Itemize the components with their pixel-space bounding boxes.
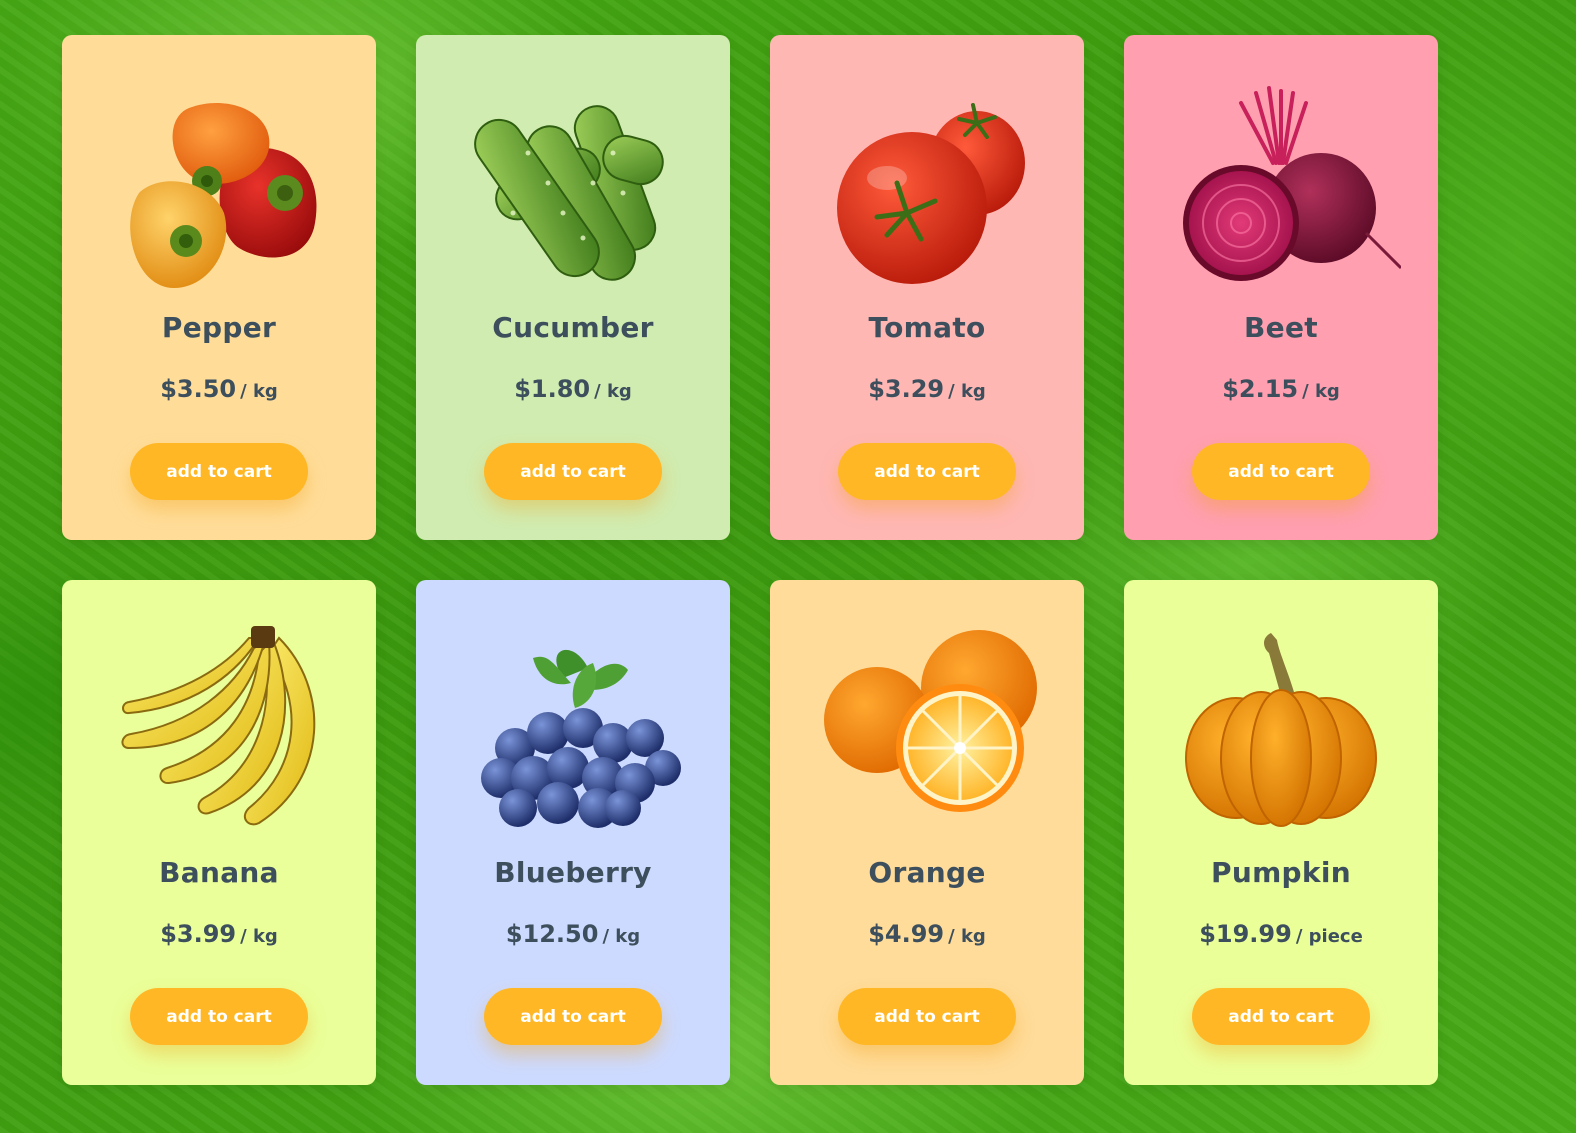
pumpkin-icon bbox=[1161, 608, 1401, 848]
product-name: Orange bbox=[868, 856, 986, 889]
add-to-cart-button[interactable]: add to cart bbox=[838, 988, 1016, 1045]
product-price: $2.15/ kg bbox=[1124, 375, 1438, 403]
price-amount: $3.99 bbox=[160, 920, 237, 948]
orange-icon bbox=[807, 608, 1047, 848]
product-card-beet: Beet $2.15/ kg add to cart bbox=[1124, 35, 1438, 540]
price-unit: / piece bbox=[1295, 926, 1363, 947]
product-card-banana: Banana $3.99/ kg add to cart bbox=[62, 580, 376, 1085]
product-price: $19.99/ piece bbox=[1124, 920, 1438, 948]
price-amount: $4.99 bbox=[868, 920, 945, 948]
product-card-orange: Orange $4.99/ kg add to cart bbox=[770, 580, 1084, 1085]
product-card-tomato: Tomato $3.29/ kg add to cart bbox=[770, 35, 1084, 540]
add-to-cart-button[interactable]: add to cart bbox=[1192, 988, 1370, 1045]
price-amount: $3.50 bbox=[160, 375, 237, 403]
product-price: $3.29/ kg bbox=[770, 375, 1084, 403]
add-to-cart-button[interactable]: add to cart bbox=[484, 988, 662, 1045]
product-name: Tomato bbox=[868, 311, 986, 344]
cucumber-icon bbox=[453, 63, 693, 303]
product-card-pumpkin: Pumpkin $19.99/ piece add to cart bbox=[1124, 580, 1438, 1085]
product-price: $1.80/ kg bbox=[416, 375, 730, 403]
product-name: Pumpkin bbox=[1211, 856, 1351, 889]
beet-icon bbox=[1161, 63, 1401, 303]
add-to-cart-button[interactable]: add to cart bbox=[130, 988, 308, 1045]
product-grid: Pepper $3.50/ kg add to cart Cucumber $1… bbox=[0, 0, 1576, 1133]
price-unit: / kg bbox=[594, 381, 632, 402]
add-to-cart-button[interactable]: add to cart bbox=[130, 443, 308, 500]
price-unit: / kg bbox=[948, 926, 986, 947]
price-amount: $2.15 bbox=[1222, 375, 1299, 403]
blueberry-icon bbox=[453, 608, 693, 848]
price-unit: / kg bbox=[240, 381, 278, 402]
product-card-pepper: Pepper $3.50/ kg add to cart bbox=[62, 35, 376, 540]
product-name: Pepper bbox=[161, 311, 277, 344]
price-unit: / kg bbox=[948, 381, 986, 402]
product-card-cucumber: Cucumber $1.80/ kg add to cart bbox=[416, 35, 730, 540]
price-unit: / kg bbox=[240, 926, 278, 947]
product-card-blueberry: Blueberry $12.50/ kg add to cart bbox=[416, 580, 730, 1085]
add-to-cart-button[interactable]: add to cart bbox=[1192, 443, 1370, 500]
product-price: $3.99/ kg bbox=[62, 920, 376, 948]
price-unit: / kg bbox=[602, 926, 641, 947]
pepper-icon bbox=[99, 63, 339, 303]
product-name: Cucumber bbox=[492, 311, 654, 344]
product-price: $12.50/ kg bbox=[416, 920, 730, 948]
price-amount: $12.50 bbox=[505, 920, 599, 948]
product-name: Beet bbox=[1244, 311, 1318, 344]
price-amount: $1.80 bbox=[514, 375, 591, 403]
tomato-icon bbox=[807, 63, 1047, 303]
product-price: $4.99/ kg bbox=[770, 920, 1084, 948]
add-to-cart-button[interactable]: add to cart bbox=[484, 443, 662, 500]
price-unit: / kg bbox=[1302, 381, 1340, 402]
product-name: Banana bbox=[159, 856, 279, 889]
price-amount: $3.29 bbox=[868, 375, 945, 403]
banana-icon bbox=[99, 608, 339, 848]
add-to-cart-button[interactable]: add to cart bbox=[838, 443, 1016, 500]
product-name: Blueberry bbox=[494, 856, 652, 889]
price-amount: $19.99 bbox=[1199, 920, 1292, 948]
product-price: $3.50/ kg bbox=[62, 375, 376, 403]
